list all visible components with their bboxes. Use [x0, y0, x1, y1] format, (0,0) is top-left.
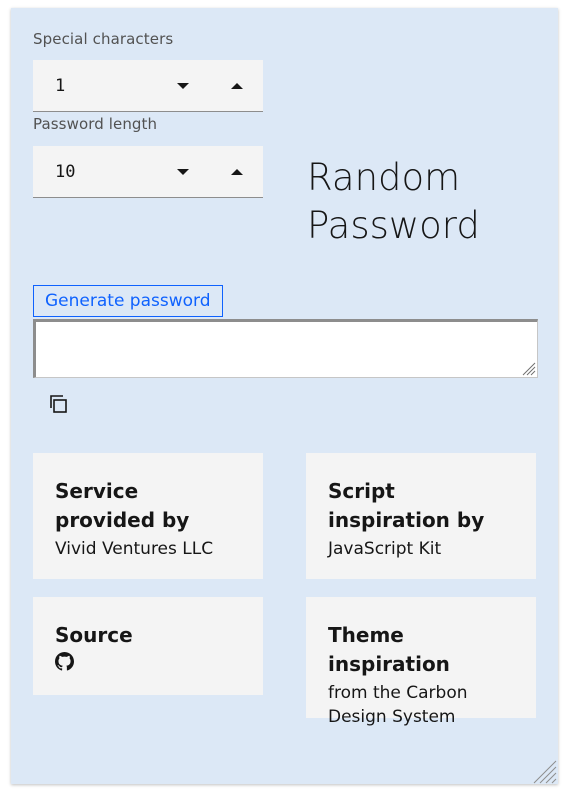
github-icon[interactable] — [55, 652, 74, 671]
caret-down-icon — [177, 169, 189, 175]
password-length-increment-button[interactable] — [217, 146, 257, 198]
script-card: Script inspiration by JavaScript Kit — [306, 453, 536, 579]
script-card-title: Script inspiration by — [328, 479, 485, 532]
title-line-2: Password — [307, 204, 480, 247]
password-generator-panel: Special characters 1 Password length 10 … — [11, 8, 558, 784]
theme-card-title: Theme inspiration — [328, 623, 450, 676]
resize-grip-icon[interactable] — [520, 360, 536, 376]
special-characters-increment-button[interactable] — [217, 60, 257, 112]
password-output-field[interactable] — [33, 319, 538, 378]
generate-password-button[interactable]: Generate password — [33, 285, 223, 317]
page-title: Random Password — [307, 154, 480, 250]
service-card: Service provided by Vivid Ventures LLC — [33, 453, 263, 579]
title-line-1: Random — [307, 156, 461, 199]
source-card: Source — [33, 597, 263, 695]
special-characters-label: Special characters — [33, 30, 174, 48]
service-card-body[interactable]: Vivid Ventures LLC — [55, 537, 241, 561]
script-card-body[interactable]: JavaScript Kit — [328, 537, 514, 561]
source-card-title: Source — [55, 623, 133, 647]
special-characters-input[interactable]: 1 — [33, 60, 263, 112]
password-length-label: Password length — [33, 115, 158, 133]
password-length-value[interactable]: 10 — [55, 162, 75, 182]
theme-card-body[interactable]: from the Carbon Design System — [328, 681, 514, 729]
special-characters-value[interactable]: 1 — [55, 76, 65, 96]
caret-down-icon — [177, 83, 189, 89]
password-length-input[interactable]: 10 — [33, 146, 263, 198]
panel-resize-grip-icon[interactable] — [531, 758, 557, 784]
caret-up-icon — [231, 169, 243, 175]
service-card-title: Service provided by — [55, 479, 190, 532]
special-characters-decrement-button[interactable] — [163, 60, 203, 112]
password-length-decrement-button[interactable] — [163, 146, 203, 198]
caret-up-icon — [231, 83, 243, 89]
copy-icon[interactable] — [47, 392, 71, 416]
theme-card: Theme inspiration from the Carbon Design… — [306, 597, 536, 727]
